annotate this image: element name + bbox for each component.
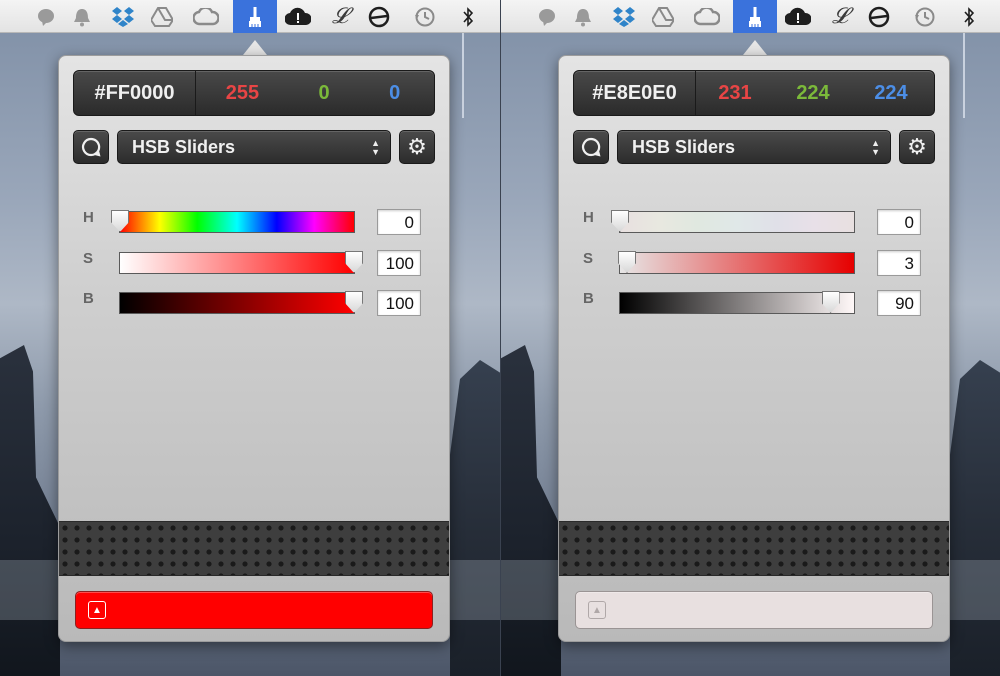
- hue-slider-thumb[interactable]: [611, 210, 629, 232]
- bluetooth-icon[interactable]: [450, 0, 486, 33]
- color-picker-popover: #E8E0E0 231 224 224 HSB Sliders ▲▼ ⚙ H: [558, 55, 950, 642]
- creative-cloud-icon[interactable]: [184, 0, 228, 33]
- saturation-slider-track[interactable]: [618, 251, 855, 274]
- popover-caret: [743, 40, 767, 55]
- color-swatch[interactable]: ▲: [75, 591, 433, 629]
- red-value[interactable]: 231: [718, 82, 751, 105]
- cloud-alert-icon[interactable]: [776, 0, 820, 33]
- script-l-icon[interactable]: 𝓛: [318, 0, 362, 33]
- blue-value[interactable]: 0: [389, 82, 400, 105]
- google-drive-icon[interactable]: [140, 0, 184, 33]
- saturation-slider-track[interactable]: [119, 251, 363, 274]
- hue-value-field[interactable]: 0: [877, 209, 921, 235]
- saturation-slider-row: S 100: [73, 250, 435, 276]
- saturation-slider-thumb[interactable]: [345, 251, 363, 273]
- expand-up-icon[interactable]: ▲: [88, 601, 106, 619]
- brightness-slider-row: B 100: [73, 290, 435, 316]
- color-readout[interactable]: #E8E0E0 231 224 224: [573, 70, 935, 116]
- desktop-light-streak: [963, 33, 965, 118]
- mode-select[interactable]: HSB Sliders ▲ ▼: [117, 130, 391, 164]
- color-picker-popover: #FF0000 255 0 0 HSB Sliders ▲ ▼ ⚙ H 0 S …: [58, 55, 450, 642]
- brightness-slider-track[interactable]: [619, 291, 855, 314]
- bluetooth-icon[interactable]: [951, 0, 987, 33]
- bell-icon[interactable]: [60, 0, 104, 33]
- brightness-slider-row: B 90: [573, 290, 935, 316]
- hue-slider-row: H 0: [573, 209, 935, 235]
- time-machine-icon[interactable]: [903, 0, 947, 33]
- color-swatch[interactable]: ▲: [575, 591, 933, 629]
- google-drive-icon[interactable]: [641, 0, 685, 33]
- rgb-values: 255 0 0: [196, 82, 434, 105]
- loupe-icon: [582, 137, 601, 157]
- rgb-values: 231 224 224: [696, 82, 934, 105]
- picker-toolbar: HSB Sliders ▲ ▼ ⚙: [73, 130, 435, 164]
- saturation-label: S: [83, 250, 94, 267]
- gear-icon: ⚙: [907, 134, 927, 159]
- desktop-trees: [450, 360, 500, 676]
- script-l-icon[interactable]: 𝓛: [818, 0, 862, 33]
- menu-bar: 𝓛: [0, 0, 500, 33]
- settings-button[interactable]: ⚙: [899, 130, 935, 164]
- saturation-slider-thumb[interactable]: [618, 251, 637, 273]
- creative-cloud-icon[interactable]: [685, 0, 729, 33]
- hue-slider-row: H 0: [73, 209, 435, 235]
- dropbox-icon[interactable]: [602, 0, 646, 33]
- menu-bar: 𝓛: [501, 0, 1000, 33]
- select-arrows-icon: ▲ ▼: [371, 138, 380, 157]
- saturation-value-field[interactable]: 3: [877, 250, 921, 276]
- hue-label: H: [583, 209, 594, 226]
- desktop-trees: [950, 360, 1000, 676]
- brightness-value-field[interactable]: 100: [377, 290, 421, 316]
- cloud-alert-icon[interactable]: [276, 0, 320, 33]
- hue-value-field[interactable]: 0: [377, 209, 421, 235]
- red-value[interactable]: 255: [226, 82, 259, 105]
- brightness-slider-thumb[interactable]: [821, 291, 840, 313]
- mode-select[interactable]: HSB Sliders ▲ ▼: [617, 130, 891, 164]
- mode-select-label: HSB Sliders: [632, 136, 736, 157]
- hue-label: H: [83, 209, 94, 226]
- magnifier-button[interactable]: [573, 130, 609, 164]
- circle-slash-icon[interactable]: [857, 0, 901, 33]
- saturation-label: S: [583, 250, 594, 267]
- brightness-slider-track[interactable]: [119, 291, 363, 314]
- hue-slider-thumb[interactable]: [111, 210, 129, 232]
- brightness-label: B: [583, 290, 594, 307]
- saturation-value-field[interactable]: 100: [377, 250, 421, 276]
- color-readout[interactable]: #FF0000 255 0 0: [73, 70, 435, 116]
- brightness-slider-thumb[interactable]: [345, 291, 363, 313]
- settings-button[interactable]: ⚙: [399, 130, 435, 164]
- hex-value[interactable]: #E8E0E0: [574, 71, 696, 115]
- hue-slider-track[interactable]: [611, 210, 855, 233]
- circle-slash-icon[interactable]: [357, 0, 401, 33]
- paintbrush-icon[interactable]: [233, 0, 277, 33]
- bell-icon[interactable]: [561, 0, 605, 33]
- dropbox-icon[interactable]: [101, 0, 145, 33]
- mode-select-label: HSB Sliders: [132, 136, 236, 157]
- blue-value[interactable]: 224: [874, 82, 907, 105]
- gear-icon: ⚙: [407, 134, 427, 159]
- paintbrush-icon[interactable]: [733, 0, 777, 33]
- green-value[interactable]: 0: [319, 82, 330, 105]
- popover-caret: [243, 40, 267, 55]
- hex-value[interactable]: #FF0000: [74, 71, 196, 115]
- perforated-divider: [559, 521, 949, 576]
- desktop-light-streak: [462, 33, 464, 118]
- screen-right: 𝓛 #E8E0E0 231 224 224 HSB Sliders ▲ ▼ ⚙ …: [500, 0, 1000, 676]
- brightness-label: B: [83, 290, 94, 307]
- loupe-icon: [82, 137, 101, 157]
- expand-up-icon[interactable]: ▲: [588, 601, 606, 619]
- green-value[interactable]: 224: [796, 82, 829, 105]
- saturation-slider-row: S 3: [573, 250, 935, 276]
- select-arrows-icon: ▲ ▼: [871, 138, 880, 157]
- screen-left: 𝓛 #FF0000 255 0 0 HSB Sliders ▲ ▼ ⚙ H 0 …: [0, 0, 500, 676]
- perforated-divider: [59, 521, 449, 576]
- picker-toolbar: HSB Sliders ▲ ▼ ⚙: [573, 130, 935, 164]
- time-machine-icon[interactable]: [403, 0, 447, 33]
- hue-slider-track[interactable]: [111, 210, 355, 233]
- magnifier-button[interactable]: [73, 130, 109, 164]
- brightness-value-field[interactable]: 90: [877, 290, 921, 316]
